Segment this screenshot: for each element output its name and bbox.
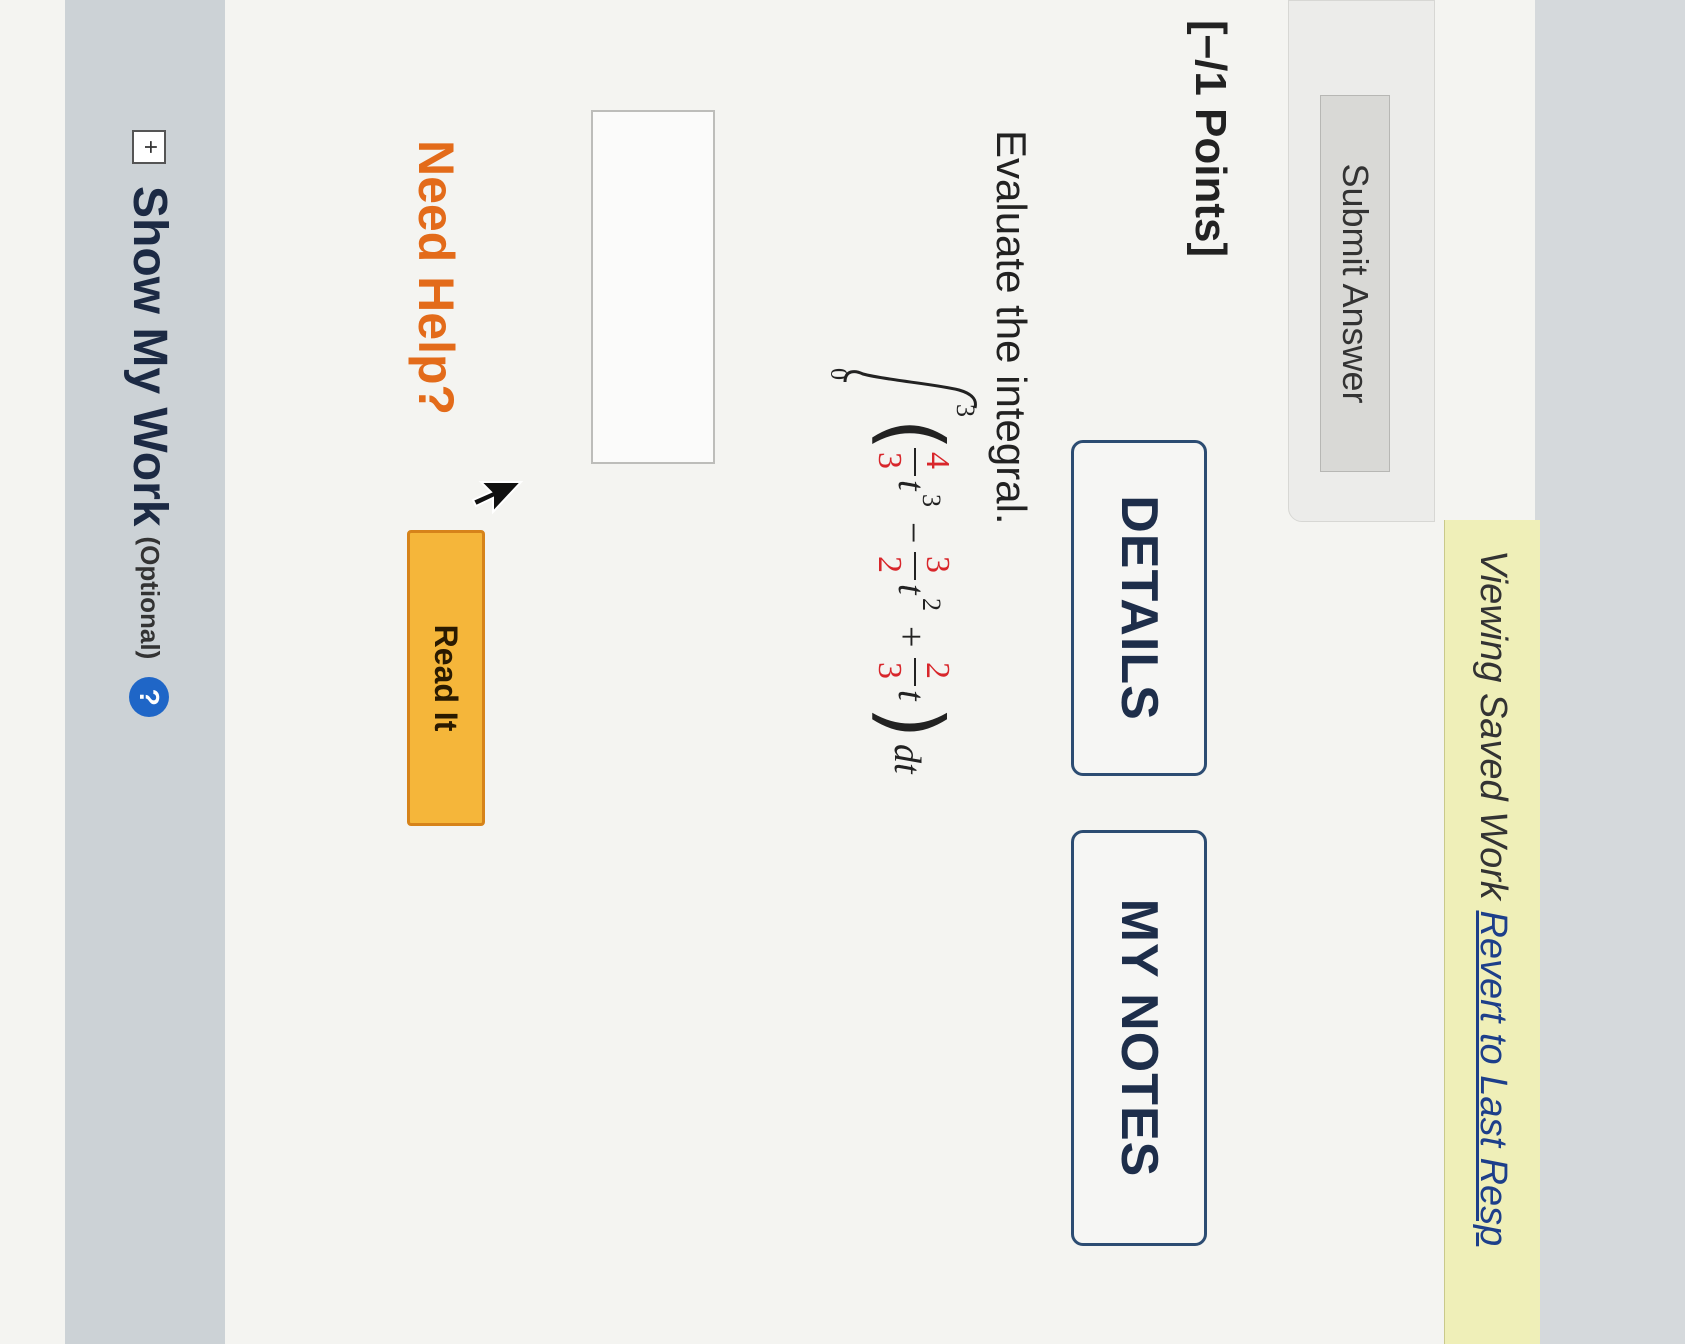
banner-text: Viewing Saved Work bbox=[1472, 550, 1514, 911]
revert-link[interactable]: Revert to Last Resp bbox=[1472, 910, 1514, 1246]
submit-answer-button[interactable]: Submit Answer bbox=[1320, 95, 1390, 472]
expand-plus-icon[interactable]: + bbox=[132, 130, 167, 164]
term1-variable: t bbox=[890, 480, 932, 492]
saved-work-banner: Viewing Saved Work Revert to Last Resp bbox=[1444, 520, 1540, 1344]
term3-sign: + bbox=[890, 626, 932, 647]
term1-denominator: 3 bbox=[871, 452, 908, 469]
term2-sign: − bbox=[892, 522, 934, 543]
right-paren: ) bbox=[863, 706, 961, 739]
term2-exponent: 2 bbox=[917, 598, 946, 611]
top-band bbox=[1535, 0, 1685, 1344]
lower-limit: 0 bbox=[825, 368, 851, 380]
term2-denominator: 2 bbox=[871, 556, 908, 573]
help-question-icon[interactable]: ? bbox=[129, 677, 170, 718]
integral-sign-icon bbox=[843, 370, 977, 409]
assignment-page: Viewing Saved Work Revert to Last Resp S… bbox=[0, 0, 1685, 1344]
term1-numerator: 4 bbox=[919, 452, 956, 469]
term3-variable: t bbox=[890, 690, 932, 702]
term2-variable: t bbox=[890, 584, 932, 596]
my-notes-button[interactable]: MY NOTES bbox=[1071, 830, 1207, 1246]
term2-numerator: 3 bbox=[919, 556, 956, 573]
left-paren: ( bbox=[863, 418, 961, 451]
integral-expression: 3 0 ( 4 3 t 3 − 3 2 t 2 + 2 3 t ) dt bbox=[825, 368, 980, 775]
term3-numerator: 2 bbox=[919, 662, 956, 679]
details-button[interactable]: DETAILS bbox=[1071, 440, 1207, 776]
need-help-label: Need Help? bbox=[408, 140, 464, 416]
upper-limit: 3 bbox=[951, 404, 980, 417]
points-label: [–/1 Points] bbox=[1186, 20, 1235, 258]
read-it-button[interactable]: Read It bbox=[407, 530, 485, 826]
mouse-cursor-icon bbox=[471, 481, 524, 515]
show-my-work-toggle[interactable]: + Show My Work (Optional) ? bbox=[122, 130, 177, 718]
answer-input[interactable] bbox=[591, 110, 715, 464]
term3-denominator: 3 bbox=[871, 662, 908, 679]
differential: dt bbox=[886, 744, 928, 775]
optional-label: (Optional) bbox=[135, 536, 165, 660]
term1-exponent: 3 bbox=[917, 494, 946, 507]
show-my-work-label[interactable]: Show My Work bbox=[122, 186, 177, 526]
